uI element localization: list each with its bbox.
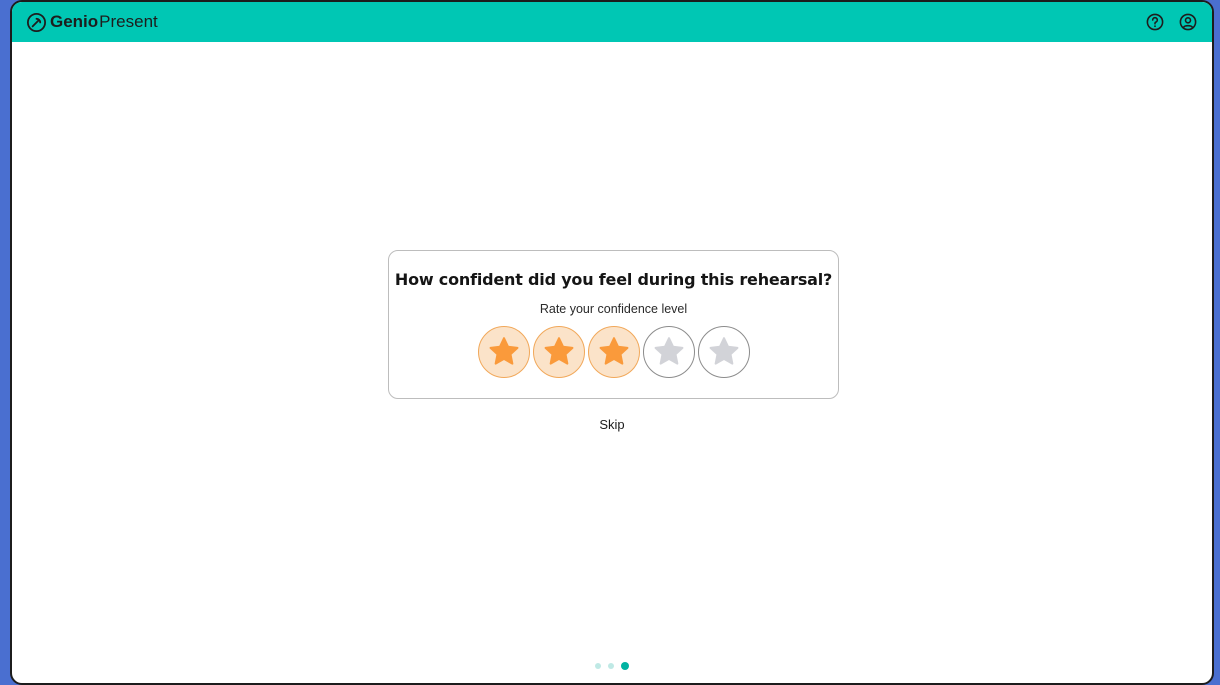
pagination-dot-3[interactable]	[621, 662, 629, 670]
help-icon[interactable]	[1144, 11, 1166, 33]
star-icon	[709, 337, 738, 365]
pagination-dot-2[interactable]	[608, 663, 614, 669]
star-button-2[interactable]	[532, 326, 585, 378]
star-button-4[interactable]	[642, 326, 695, 378]
star-rating	[389, 326, 838, 378]
star-icon	[599, 337, 628, 365]
feedback-question: How confident did you feel during this r…	[394, 270, 833, 289]
pagination-dot-1[interactable]	[595, 663, 601, 669]
top-bar: Genio Present	[12, 2, 1212, 42]
star-icon	[489, 337, 518, 365]
star-icon	[654, 337, 683, 365]
skip-button[interactable]: Skip	[12, 417, 1212, 432]
feedback-card: How confident did you feel during this r…	[388, 250, 839, 399]
feedback-subtitle: Rate your confidence level	[539, 302, 688, 316]
app-name-bold: Genio	[50, 12, 99, 31]
account-icon[interactable]	[1177, 11, 1199, 33]
logo-icon	[26, 12, 47, 33]
star-button-5[interactable]	[697, 326, 750, 378]
star-button-1[interactable]	[477, 326, 530, 378]
app-window: Genio Present How confident did you feel…	[10, 0, 1214, 685]
star-icon	[544, 337, 573, 365]
pagination-dots	[12, 662, 1212, 670]
app-logo[interactable]: Genio Present	[26, 12, 158, 33]
star-button-3[interactable]	[587, 326, 640, 378]
app-name-light: Present	[99, 12, 158, 31]
